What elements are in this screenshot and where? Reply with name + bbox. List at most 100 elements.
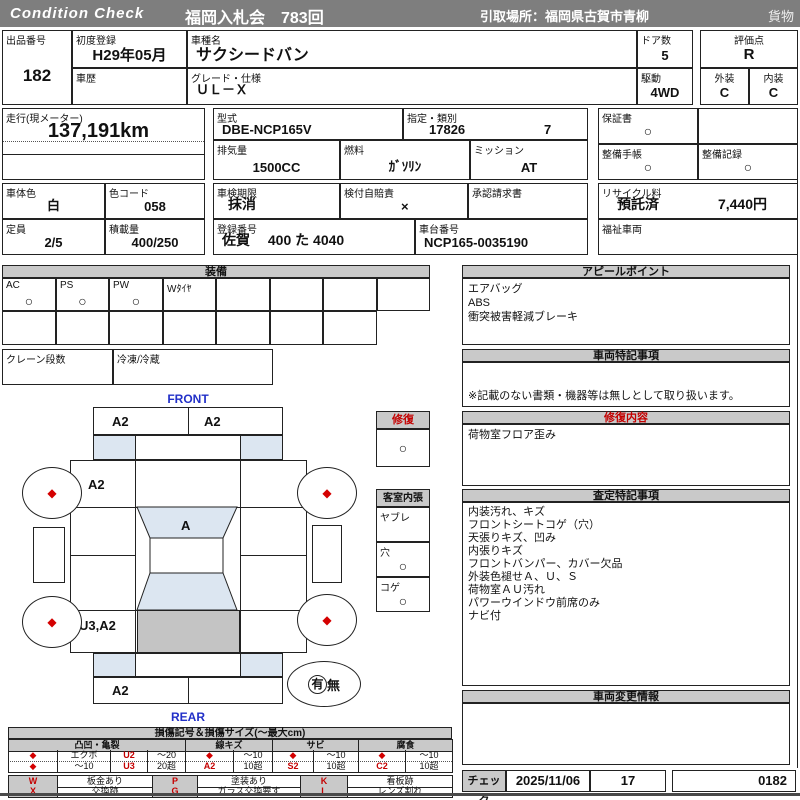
- drive-value: 4WD: [650, 85, 680, 100]
- appraisal-line: 天張りキズ、凹み: [468, 532, 556, 544]
- appeal-line: エアバッグ: [468, 283, 523, 295]
- recycle-status-value: 預託済: [617, 196, 659, 212]
- code-key: G: [152, 786, 197, 798]
- lot-number-label: 出品番号: [6, 36, 46, 47]
- wheel-rear-right: ◆: [297, 594, 357, 646]
- capacity-label: 定員: [6, 225, 26, 236]
- chassis-number-cell: 車台番号 NCP165-0035190: [415, 219, 588, 255]
- cabin-burn-label: コゲ: [380, 583, 400, 594]
- registration-number-cell: 登録番号 佐賀 400 た 4040: [213, 219, 415, 255]
- repair-flag-title: 修復: [376, 411, 430, 429]
- wheel-rear-left: ◆: [22, 596, 82, 648]
- body-color-cell: 車体色 白: [2, 183, 105, 219]
- load-capacity-label: 積載量: [109, 225, 139, 236]
- equipment-cell-empty: [377, 278, 430, 311]
- appraisal-line: ナビ付: [468, 610, 501, 622]
- grade-value: ＵＬ－Ｘ: [196, 82, 249, 97]
- transmission-label: ミッション: [474, 146, 524, 157]
- body-line-h2-right: [240, 555, 307, 556]
- front-corner-right: [240, 435, 283, 460]
- title-bar: Condition Check 福岡入札会 783回 引取場所：福岡県古賀市青柳…: [0, 0, 800, 27]
- mileage-value: 137,191km: [47, 120, 150, 142]
- chassis-number-value: NCP165-0035190: [424, 235, 529, 250]
- body-color-value: 白: [46, 198, 60, 213]
- equipment-cell-wtire: Wﾀｲﾔ: [163, 278, 216, 311]
- auction-title: 福岡入札会 783回: [185, 10, 324, 27]
- capacity-value: 2/5: [44, 235, 63, 250]
- mark-rear-bumper-left: A2: [112, 683, 129, 698]
- drive-cell: 駆動 4WD: [637, 68, 693, 105]
- rear-corner-left: [93, 653, 136, 677]
- damage-diamond: ◆: [47, 615, 57, 629]
- first-registration-value: H29年05月: [92, 47, 167, 64]
- history-label: 車歴: [76, 74, 96, 85]
- model-name-value: サクシードバン: [196, 47, 309, 64]
- exterior-grade-value: C: [719, 85, 730, 100]
- crane-label: クレーン段数: [6, 355, 66, 366]
- history-cell: 車歴: [72, 68, 187, 105]
- cabin-box-title: 客室内張: [376, 489, 430, 507]
- right-edge-line: [797, 108, 798, 768]
- displacement-label: 排気量: [217, 146, 247, 157]
- appraisal-line: フロントバンパー、カバー欠品: [468, 558, 623, 570]
- first-registration-cell: 初度登録 H29年05月: [72, 30, 187, 68]
- equipment-cell-ps: PS ○: [56, 278, 109, 311]
- doors-cell: ドア数 5: [637, 30, 693, 68]
- damage-code: U3: [110, 761, 147, 773]
- appraisal-title-bar: 査定特記事項: [462, 489, 790, 502]
- appeal-panel: エアバッグ ABS 衝突被害軽減ブレーキ: [462, 278, 790, 345]
- recycle-fee-cell: リサイクル料 預託済 7,440円: [598, 183, 798, 219]
- front-corner-left: [93, 435, 136, 460]
- front-bumper-divider: [188, 407, 189, 435]
- damage-diamond: ◆: [47, 486, 57, 500]
- appeal-line: ABS: [468, 297, 491, 309]
- welfare-vehicle-cell: 福祉車両: [598, 219, 798, 255]
- doors-value: 5: [661, 48, 669, 63]
- legend-cell: 10超: [405, 761, 452, 773]
- side-sill-left: [33, 527, 65, 583]
- cabin-tear-label: ヤブレ: [380, 513, 410, 524]
- brand-logo: Condition Check: [10, 5, 145, 22]
- equipment-cell-empty: [323, 311, 377, 345]
- chassis-number-label: 車台番号: [419, 225, 459, 236]
- transmission-cell: ミッション AT: [470, 140, 588, 180]
- mark-windshield: A: [181, 518, 191, 533]
- vehicle-notes-title-bar: 車両特記事項: [462, 349, 790, 362]
- cabin-hole-value: ○: [398, 558, 408, 574]
- equipment-label: PS: [60, 280, 74, 291]
- fuel-label: 燃料: [344, 146, 364, 157]
- registration-number-value: 佐賀 400 た 4040: [222, 232, 345, 248]
- mark-rear-left-panel: U3,A2: [79, 618, 116, 633]
- color-code-value: 058: [144, 199, 166, 214]
- damage-diamond: ◆: [322, 613, 332, 627]
- lot-number-value: 182: [22, 66, 52, 85]
- equipment-cell-empty: [163, 311, 216, 345]
- score-cell: 評価点 R: [700, 30, 798, 68]
- exterior-grade-cell: 外装 C: [700, 68, 749, 105]
- equipment-value: ○: [78, 293, 87, 309]
- body-line-h2-left: [70, 555, 135, 556]
- empty-cell: [698, 108, 798, 144]
- color-code-label: 色コード: [109, 189, 149, 200]
- inspection-cell: 車検期限 抹消: [213, 183, 340, 219]
- interior-grade-cell: 内装 C: [749, 68, 798, 105]
- appraisal-line: パワーウインドウ前席のみ: [468, 597, 600, 609]
- check-inspector-cell: 17: [590, 770, 666, 792]
- model-code-value: DBE-NCP165V: [222, 122, 312, 137]
- model-code-cell: 型式 DBE-NCP165V: [213, 108, 403, 140]
- change-info-panel: [462, 703, 790, 765]
- fuel-value: ｶﾞｿﾘﾝ: [388, 159, 422, 174]
- equipment-cell-ac: AC ○: [2, 278, 56, 311]
- appeal-line: 衝突被害軽減ブレーキ: [468, 311, 578, 323]
- fridge-label: 冷凍/冷蔵: [117, 355, 160, 366]
- pickup-location: 引取場所：福岡県古賀市青柳: [480, 9, 650, 24]
- condition-check-sheet: Condition Check 福岡入札会 783回 引取場所：福岡県古賀市青柳…: [0, 0, 800, 800]
- equipment-value: ○: [24, 293, 34, 309]
- appeal-title-bar: アピールポイント: [462, 265, 790, 278]
- displacement-cell: 排気量 1500CC: [213, 140, 340, 180]
- equipment-cell-empty: [270, 311, 323, 345]
- transmission-value: AT: [520, 160, 538, 175]
- score-label: 評価点: [734, 36, 764, 47]
- legend-row-2: ◆ ～10 U3 20超 A2 10超 S2 10超 C2 10超: [8, 761, 453, 773]
- code-desc: 交換跡: [57, 786, 152, 798]
